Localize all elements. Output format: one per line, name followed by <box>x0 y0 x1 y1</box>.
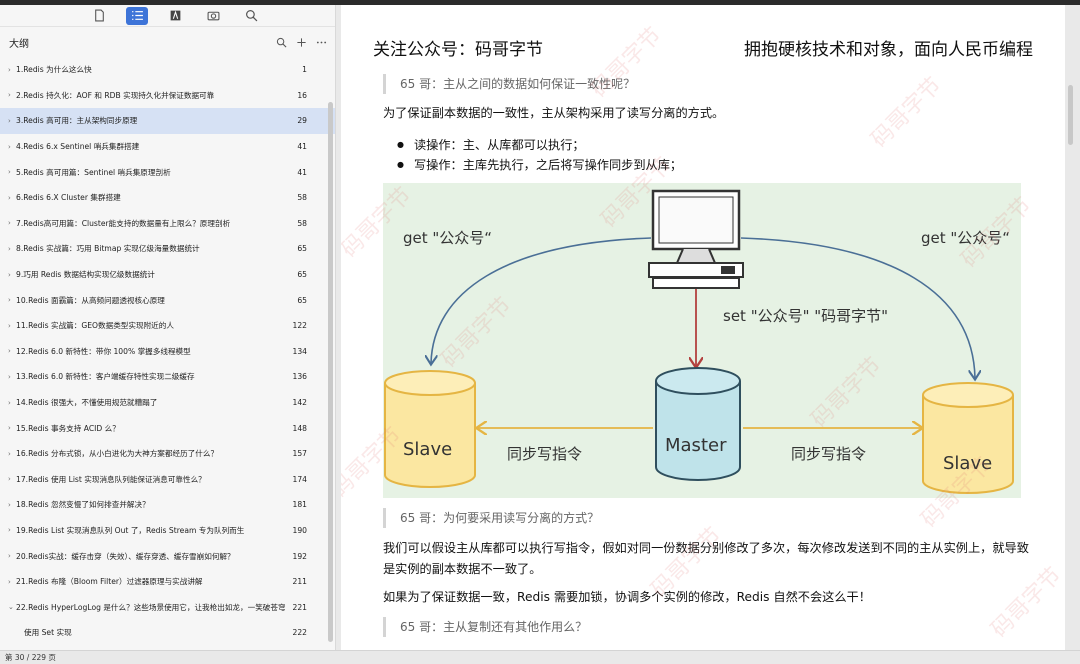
chevron-right-icon[interactable]: › <box>8 347 16 355</box>
outline-item[interactable]: › 16.Redis 分布式锁，从小白进化为大神方案都经历了什么？ 157 <box>0 441 335 467</box>
chevron-right-icon[interactable]: › <box>8 501 16 509</box>
slave-right-label: Slave <box>943 453 992 474</box>
sync-left-label: 同步写指令 <box>507 445 582 463</box>
paragraph: 我们可以假设主从库都可以执行写指令，假如对同一份数据分别修改了多次，每次修改发送… <box>383 541 1029 576</box>
sidebar-toolbar <box>0 5 335 27</box>
chevron-right-icon[interactable]: › <box>8 526 16 534</box>
snapshot-button[interactable] <box>202 7 224 25</box>
chevron-right-icon[interactable]: › <box>8 66 16 74</box>
outline-item[interactable]: › 13.Redis 6.0 新特性：客户端缓存特性实现二级缓存 136 <box>0 364 335 390</box>
outline-item[interactable]: › 20.Redis实战：缓存击穿（失效）、缓存穿透、缓存雪崩如何解？ 192 <box>0 543 335 569</box>
outline-sub-item[interactable]: 使用 Set 实现 222 <box>0 620 335 646</box>
slave-left-cylinder <box>384 370 476 488</box>
outline-item[interactable]: › 7.Redis高可用篇：Cluster能支持的数据量有上限么？原理剖析 58 <box>0 211 335 237</box>
chevron-right-icon[interactable]: › <box>8 578 16 586</box>
outline-item[interactable]: › 17.Redis 使用 List 实现消息队列能保证消息可靠性么？ 174 <box>0 467 335 493</box>
outline-item[interactable]: › 9.巧用 Redis 数据结构实现亿级数据统计 65 <box>0 262 335 288</box>
blockquote: 65 哥：主从之间的数据如何保证一致性呢？ <box>383 74 635 94</box>
read-arrow-left <box>431 237 652 363</box>
bullet-item: 写操作：主库先执行，之后将写操作同步到从库； <box>397 155 682 173</box>
outline-actions <box>276 37 327 48</box>
chevron-right-icon[interactable]: › <box>8 450 16 458</box>
blockquote: 65 哥：主从复制还有其他作用么？ <box>383 617 587 637</box>
client-computer-icon <box>648 189 744 289</box>
chevron-right-icon[interactable]: › <box>8 194 16 202</box>
document-scrollbar[interactable] <box>1068 85 1073 145</box>
list-icon <box>131 11 143 20</box>
outline-item[interactable]: › 14.Redis 很强大，不懂使用规范就糟蹋了 142 <box>0 390 335 416</box>
outline-item[interactable]: › 21.Redis 布隆（Bloom Filter）过滤器原理与实战讲解 211 <box>0 569 335 595</box>
chevron-right-icon[interactable]: › <box>8 245 16 253</box>
outline-item[interactable]: › 4.Redis 6.x Sentinel 哨兵集群搭建 41 <box>0 134 335 160</box>
outline-item[interactable]: › 11.Redis 实战篇：GEO数据类型实现附近的人 122 <box>0 313 335 339</box>
get-left-label: get "公众号“ <box>403 229 492 247</box>
chevron-right-icon[interactable]: › <box>8 475 16 483</box>
chevron-right-icon[interactable]: › <box>8 271 16 279</box>
sidebar: 大纲 › 1.Redis 为什么这么快 1 › 2.Redis 持久化：AOF 和 R… <box>0 5 336 650</box>
outline-item[interactable]: › 19.Redis List 实现消息队列 Out 了，Redis Stream… <box>0 518 335 544</box>
chevron-right-icon[interactable]: › <box>8 219 16 227</box>
outline-title: 大纲 <box>9 38 29 50</box>
outline-item[interactable]: › 12.Redis 6.0 新特性：带你 100% 掌握多线程模型 134 <box>0 339 335 365</box>
chevron-right-icon[interactable]: › <box>8 117 16 125</box>
more-icon[interactable] <box>316 37 327 48</box>
search-icon[interactable] <box>276 37 287 48</box>
document-page: 关注公众号：码哥字节 拥抱硬核技术和对象，面向人民币编程 65 哥：主从之间的数… <box>341 5 1065 650</box>
chevron-right-icon[interactable]: › <box>8 296 16 304</box>
outline-item[interactable]: › 6.Redis 6.X Cluster 集群搭建 58 <box>0 185 335 211</box>
search-icon <box>245 10 257 22</box>
chevron-right-icon[interactable]: › <box>8 373 16 381</box>
paragraph: 为了保证副本数据的一致性，主从架构采用了读写分离的方式。 <box>383 106 725 120</box>
page-icon <box>94 9 104 22</box>
master-cylinder <box>655 367 741 481</box>
outline-item[interactable]: › 15.Redis 事务支持 ACID 么？ 148 <box>0 415 335 441</box>
page-header: 关注公众号：码哥字节 拥抱硬核技术和对象，面向人民币编程 <box>373 35 1033 60</box>
replication-diagram: get "公众号“ get "公众号“ set "公众号" "码哥字节" Sla… <box>383 183 1021 498</box>
search-button[interactable] <box>240 7 262 25</box>
page-view-button[interactable] <box>88 7 110 25</box>
outline-scrollbar[interactable] <box>328 102 333 642</box>
camera-icon <box>207 11 219 21</box>
master-label: Master <box>665 435 727 456</box>
annotation-view-button[interactable] <box>164 7 186 25</box>
chevron-right-icon[interactable]: › <box>8 168 16 176</box>
chevron-right-icon[interactable]: › <box>8 322 16 330</box>
chevron-right-icon[interactable]: › <box>8 143 16 151</box>
sync-right-label: 同步写指令 <box>791 445 866 463</box>
chevron-right-icon[interactable]: › <box>8 424 16 432</box>
outline-item[interactable]: › 5.Redis 高可用篇：Sentinel 哨兵集原理剖析 41 <box>0 159 335 185</box>
slave-right-cylinder <box>922 382 1014 494</box>
slave-left-label: Slave <box>403 439 452 460</box>
outline-item-expanded[interactable]: ⌄ 22.Redis HyperLogLog 是什么？这些场景使用它，让我枪出如龙… <box>0 594 335 620</box>
outline-item-selected[interactable]: › 3.Redis 高可用：主从架构同步原理 29 <box>0 108 335 134</box>
bullet-item: 读操作：主、从库都可以执行； <box>397 135 585 153</box>
diagram-svg: get "公众号“ get "公众号“ set "公众号" "码哥字节" Sla… <box>384 189 1014 494</box>
chevron-right-icon[interactable]: › <box>8 91 16 99</box>
annotation-icon <box>170 10 180 21</box>
header-left: 关注公众号：码哥字节 <box>373 40 543 60</box>
chevron-down-icon[interactable]: ⌄ <box>8 603 16 611</box>
add-icon[interactable] <box>296 37 307 48</box>
outline-header: 大纲 <box>0 27 335 57</box>
paragraph: 如果为了保证数据一致，Redis 需要加锁，协调多个实例的修改，Redis 自然… <box>383 590 871 604</box>
header-right: 拥抱硬核技术和对象，面向人民币编程 <box>744 40 1033 60</box>
blockquote: 65 哥：为何要采用读写分离的方式？ <box>383 508 599 528</box>
page-indicator: 第 30 / 229 页 <box>5 653 56 662</box>
outline-view-button[interactable] <box>126 6 148 25</box>
outline-item[interactable]: › 18.Redis 忽然变慢了如何排查并解决？ 181 <box>0 492 335 518</box>
outline-item[interactable]: › 1.Redis 为什么这么快 1 <box>0 57 335 83</box>
outline-item[interactable]: › 10.Redis 面霸篇：从高频问题透视核心原理 65 <box>0 287 335 313</box>
outline-item[interactable]: › 8.Redis 实战篇：巧用 Bitmap 实现亿级海量数据统计 65 <box>0 236 335 262</box>
get-right-label: get "公众号“ <box>921 229 1010 247</box>
pdf-reader-app: 大纲 › 1.Redis 为什么这么快 1 › 2.Redis 持久化：AOF 和 R… <box>0 0 1080 664</box>
chevron-right-icon[interactable]: › <box>8 399 16 407</box>
outline-list: › 1.Redis 为什么这么快 1 › 2.Redis 持久化：AOF 和 RDB … <box>0 57 335 650</box>
chevron-right-icon[interactable]: › <box>8 552 16 560</box>
outline-item[interactable]: › 2.Redis 持久化：AOF 和 RDB 实现持久化并保证数据可靠 16 <box>0 83 335 109</box>
set-command-label: set "公众号" "码哥字节" <box>723 307 888 325</box>
status-bar: 第 30 / 229 页 <box>0 650 1080 664</box>
